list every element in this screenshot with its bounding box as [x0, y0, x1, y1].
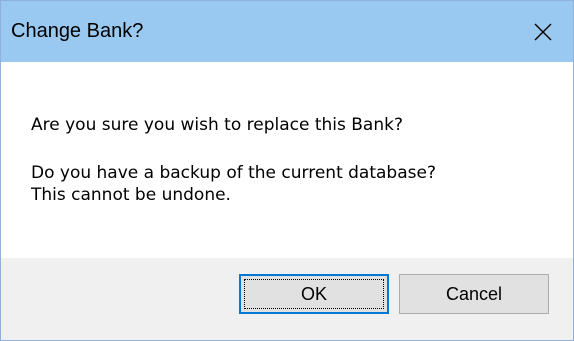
close-button[interactable]: [513, 1, 573, 62]
change-bank-dialog: Change Bank? Are you sure you wish to re…: [0, 0, 574, 341]
title-bar[interactable]: Change Bank?: [1, 1, 573, 62]
backup-question-text: Do you have a backup of the current data…: [31, 163, 436, 183]
cancel-button-label: Cancel: [445, 283, 503, 304]
cancel-button[interactable]: Cancel: [399, 274, 549, 314]
warning-text: This cannot be undone.: [31, 185, 231, 205]
dialog-title: Change Bank?: [11, 20, 144, 42]
close-icon: [534, 23, 552, 40]
ok-button[interactable]: OK: [239, 274, 389, 314]
button-bar: OK Cancel: [1, 258, 573, 340]
dialog-content: Are you sure you wish to replace this Ba…: [1, 62, 573, 258]
ok-button-label: OK: [300, 283, 327, 304]
question-text: Are you sure you wish to replace this Ba…: [31, 115, 403, 135]
